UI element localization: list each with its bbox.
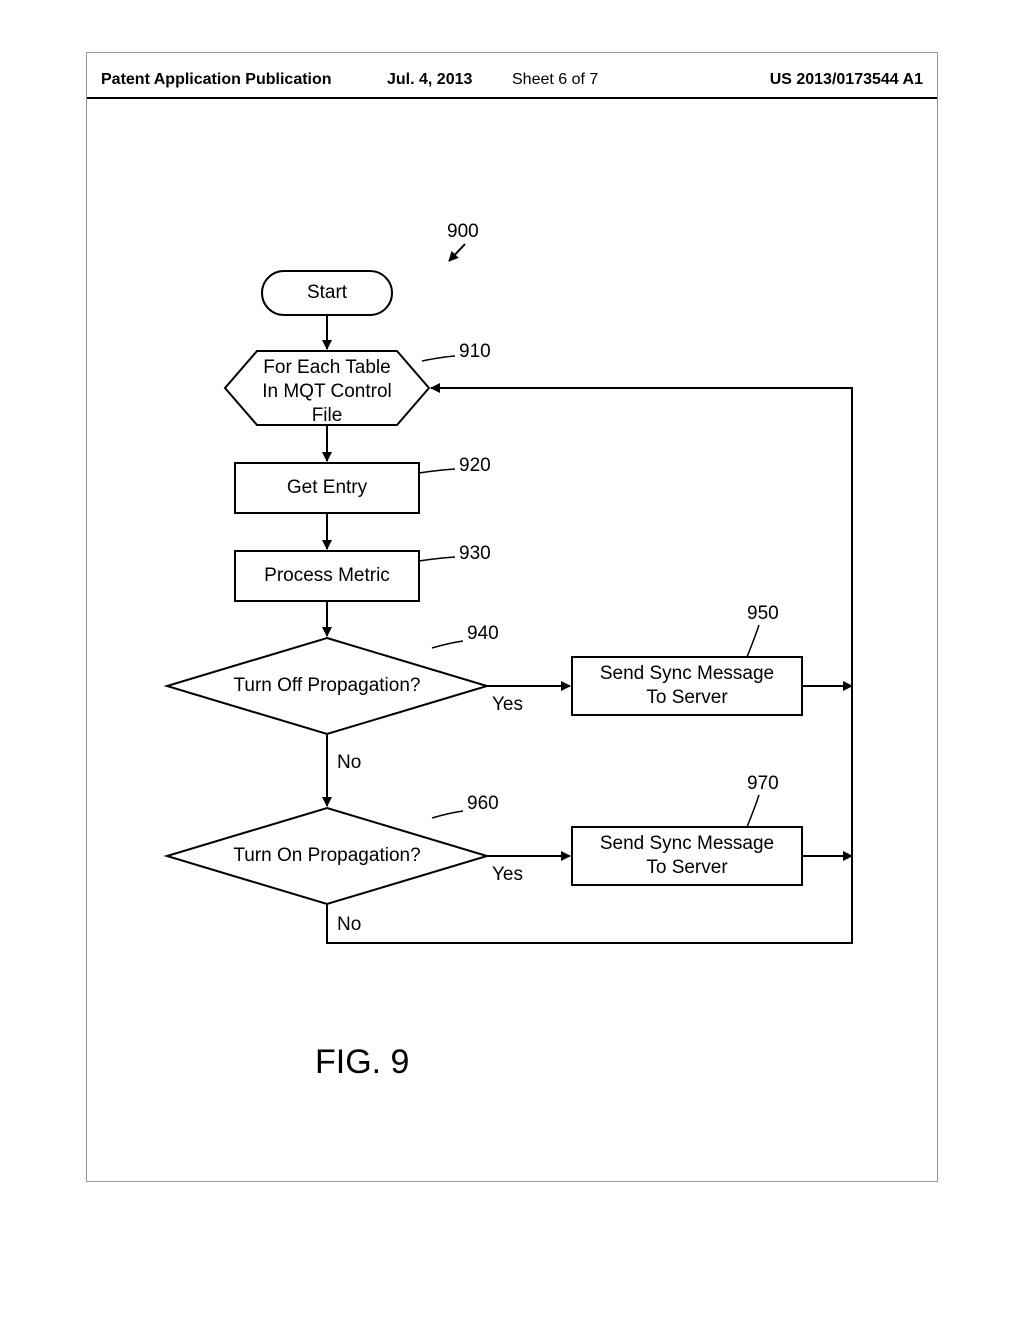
ref-900: 900 <box>447 221 479 243</box>
node-start: Start <box>262 281 392 305</box>
ref-960: 960 <box>467 793 499 815</box>
ref-950: 950 <box>747 603 779 625</box>
ref-940: 940 <box>467 623 499 645</box>
ref-970: 970 <box>747 773 779 795</box>
header-left: Patent Application Publication <box>101 71 332 89</box>
figure-caption: FIG. 9 <box>315 1043 409 1082</box>
page-frame: Patent Application Publication Jul. 4, 2… <box>86 52 938 1182</box>
node-on-action: Send Sync Message To Server <box>572 832 802 880</box>
node-process-metric: Process Metric <box>235 564 419 588</box>
flowchart: Start For Each Table In MQT Control File… <box>87 113 939 1173</box>
page-header: Patent Application Publication Jul. 4, 2… <box>87 53 937 99</box>
node-loop: For Each Table In MQT Control File <box>237 356 417 427</box>
node-off-decision: Turn Off Propagation? <box>202 674 452 698</box>
edge-off-yes: Yes <box>492 693 542 717</box>
node-get-entry: Get Entry <box>235 476 419 500</box>
edge-off-no: No <box>337 751 387 775</box>
node-off-action: Send Sync Message To Server <box>572 662 802 710</box>
header-date: Jul. 4, 2013 <box>387 71 472 89</box>
ref-920: 920 <box>459 455 491 477</box>
edge-on-no: No <box>337 913 387 937</box>
header-pubno: US 2013/0173544 A1 <box>770 71 923 89</box>
ref-910: 910 <box>459 341 491 363</box>
edge-on-yes: Yes <box>492 863 542 887</box>
node-on-decision: Turn On Propagation? <box>202 844 452 868</box>
flowchart-svg <box>87 113 939 1173</box>
header-sheet: Sheet 6 of 7 <box>512 71 598 89</box>
ref-930: 930 <box>459 543 491 565</box>
